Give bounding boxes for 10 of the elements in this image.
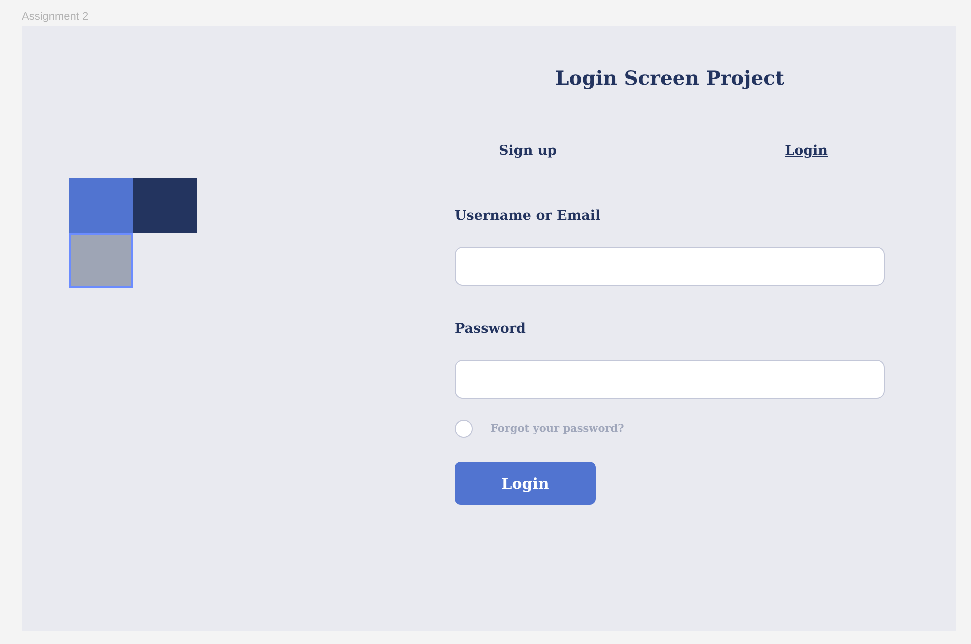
frame-label: Assignment 2 — [22, 10, 89, 24]
field-label: Password — [455, 320, 526, 339]
login-button[interactable]: Login — [455, 462, 596, 505]
tab[interactable]: Sign up — [499, 141, 558, 161]
page-title: Login Screen Project — [555, 66, 785, 92]
tab[interactable]: Login — [785, 141, 828, 161]
checkbox[interactable] — [455, 420, 473, 438]
input-field[interactable] — [455, 360, 885, 399]
field-label: Username or Email — [455, 207, 601, 226]
input-field[interactable] — [455, 247, 885, 286]
